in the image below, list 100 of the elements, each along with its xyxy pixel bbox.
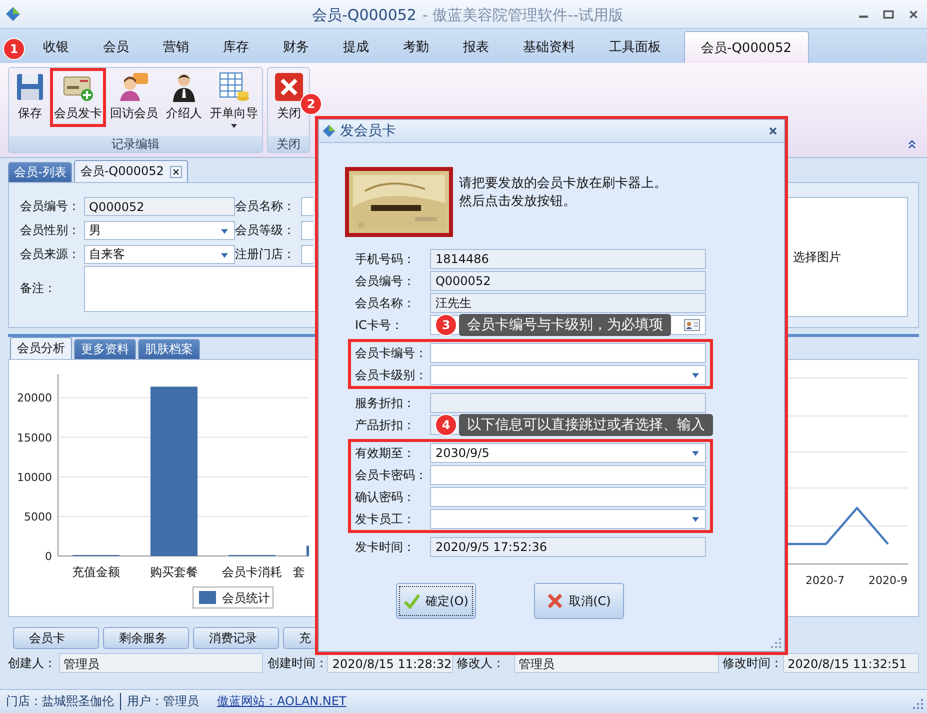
collapse-icon[interactable]	[907, 139, 917, 149]
dropdown-arrow-icon	[221, 253, 228, 258]
group-label: 关闭	[268, 136, 309, 152]
category-label: 会员卡消耗	[222, 565, 282, 579]
group-label: 记录编辑	[9, 136, 262, 152]
menu-tab[interactable]: 收银	[26, 31, 86, 63]
field-label: 产品折扣：	[355, 416, 416, 434]
document-tab[interactable]: 会员-列表	[8, 162, 72, 182]
check-icon	[404, 593, 420, 609]
person-speech-icon	[118, 71, 150, 103]
dialog-logo-icon	[322, 124, 336, 138]
axis-tick-label: 10000	[17, 470, 52, 484]
input-field[interactable]: Q000052	[430, 271, 706, 291]
instruction-text: 然后点击发放按钮。	[459, 193, 576, 211]
ribbon-button[interactable]: 保存	[10, 68, 50, 127]
table-coins-icon	[218, 71, 250, 103]
cancel-button[interactable]: 取消(C)	[534, 583, 624, 619]
axis-tick-label: 5000	[24, 510, 52, 524]
input-field[interactable]	[301, 197, 313, 216]
maximize-icon[interactable]	[883, 8, 894, 20]
dropdown-field[interactable]	[430, 365, 706, 385]
field-label: 会员卡密码：	[355, 466, 428, 484]
tab-button[interactable]: 会员卡	[13, 627, 99, 649]
menu-tab[interactable]: 工具面板	[592, 31, 678, 63]
input-field[interactable]	[430, 343, 706, 363]
field-label: 会员来源：	[20, 246, 81, 263]
document-tab[interactable]: 会员-Q000052	[74, 160, 188, 182]
resize-grip-icon[interactable]	[913, 699, 923, 709]
ribbon-button[interactable]: 会员发卡	[50, 68, 106, 127]
field-label: 发卡员工：	[355, 510, 416, 528]
close-icon[interactable]	[768, 126, 778, 136]
resize-grip-icon[interactable]	[771, 638, 781, 648]
input-field[interactable]: 2020/9/5 17:52:36	[430, 537, 706, 557]
field-label: 服务折扣：	[355, 394, 416, 412]
bar	[306, 546, 309, 556]
menu-tab[interactable]: 会员-Q000052	[684, 31, 809, 63]
app-name: - 傲蓝美容院管理软件--试用版	[422, 6, 624, 25]
status-text: 用户：管理员	[120, 693, 205, 710]
field-label: 注册门店：	[235, 246, 296, 263]
ribbon-button[interactable]: 开单向导	[206, 68, 262, 133]
input-field[interactable]: 1814486	[430, 249, 706, 269]
input-field[interactable]	[430, 487, 706, 507]
axis-tick-label: 20000	[17, 392, 52, 405]
analysis-tab[interactable]: 会员分析	[10, 337, 72, 359]
field-label: 创建时间：	[266, 654, 328, 672]
input-field[interactable]	[301, 245, 313, 264]
category-label: 购买套餐	[150, 565, 198, 579]
input-field[interactable]: Q000052	[84, 197, 235, 216]
field-label: 备注：	[20, 280, 57, 297]
readonly-field: 2020/8/15 11:32:51	[782, 653, 919, 673]
menu-tab[interactable]: 提成	[326, 31, 386, 63]
cross-icon	[547, 593, 564, 609]
analysis-tab[interactable]: 更多资料	[74, 339, 136, 359]
field-label: 创建人：	[8, 654, 57, 672]
dropdown-field[interactable]	[430, 509, 706, 529]
axis-tick-label: 2020-7	[806, 574, 844, 587]
dropdown-arrow-icon	[692, 373, 699, 378]
app-logo-icon	[5, 6, 21, 22]
dropdown-field[interactable]: 男	[84, 221, 235, 240]
tab-button[interactable]: 消费记录	[193, 627, 279, 649]
input-field[interactable]	[430, 393, 706, 413]
analysis-tab[interactable]: 肌肤档案	[138, 339, 200, 359]
legend-label: 会员统计	[222, 591, 270, 605]
axis-tick-label: 2020-9	[868, 574, 908, 587]
ribbon-button[interactable]: 介绍人	[162, 68, 206, 127]
tooltip: 会员卡编号与卡级别，为必填项	[459, 314, 671, 336]
menu-tab[interactable]: 财务	[266, 31, 326, 63]
dropdown-arrow-icon	[692, 517, 699, 522]
ribbon-button[interactable]: 回访会员	[106, 68, 162, 127]
menu-tab[interactable]: 报表	[446, 31, 506, 63]
confirm-button[interactable]: 確定(O)	[396, 583, 476, 619]
close-icon	[273, 71, 305, 103]
dropdown-field[interactable]: 自来客	[84, 245, 235, 264]
axis-tick-label: 0	[45, 550, 52, 563]
input-field[interactable]: 汪先生	[430, 293, 706, 313]
field-label: 会员性别：	[20, 222, 81, 239]
menu-tab[interactable]: 考勤	[386, 31, 446, 63]
menu-tab[interactable]: 营销	[146, 31, 206, 63]
choose-picture-link[interactable]: 选择图片	[793, 248, 841, 266]
input-field[interactable]	[301, 221, 313, 240]
dropdown-field[interactable]: 2030/9/5	[430, 443, 706, 463]
field-label: 修改人：	[456, 654, 506, 672]
website-link[interactable]: 傲蓝网站：AOLAN.NET	[217, 693, 346, 710]
field-label: 会员名称：	[355, 294, 416, 312]
field-label: 会员卡级别：	[355, 366, 428, 384]
menu-tab[interactable]: 基础资料	[506, 31, 592, 63]
field-label: 手机号码：	[355, 250, 416, 268]
field-label: 修改时间：	[722, 654, 783, 672]
menu-tab[interactable]: 库存	[206, 31, 266, 63]
tooltip: 以下信息可以直接跳过或者选择、输入	[459, 414, 713, 436]
input-field[interactable]	[430, 465, 706, 485]
field-label: 会员编号：	[355, 272, 416, 290]
tab-button[interactable]: 剩余服务	[103, 627, 189, 649]
menu-tab[interactable]: 会员	[86, 31, 146, 63]
close-icon[interactable]	[170, 166, 182, 178]
category-label: 套	[293, 565, 305, 579]
close-icon[interactable]	[908, 8, 919, 20]
id-card-icon[interactable]	[684, 319, 700, 331]
field-label: 会员编号：	[20, 198, 81, 215]
field-label: 发卡时间：	[355, 538, 416, 556]
